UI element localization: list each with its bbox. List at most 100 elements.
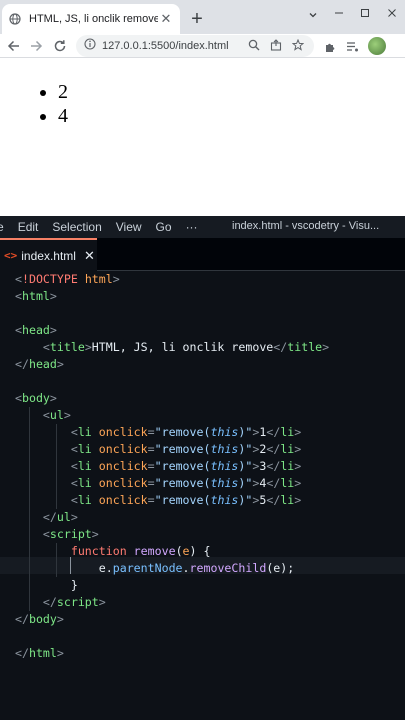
code-token: </: [273, 340, 288, 354]
code-token: head: [21, 323, 50, 337]
code-line[interactable]: </body>: [15, 611, 64, 628]
code-token: (e);: [266, 561, 295, 575]
code-token: <: [15, 289, 22, 303]
code-token: >: [70, 510, 78, 524]
code-token: </: [266, 476, 281, 490]
code-line[interactable]: <li onclick="remove(this)">3</li>: [15, 458, 301, 475]
code-line[interactable]: e.parentNode.removeChild(e);: [15, 560, 294, 577]
reload-icon[interactable]: [50, 36, 70, 56]
code-token: onclick: [98, 442, 148, 456]
zoom-icon[interactable]: [246, 37, 262, 53]
url-text: 127.0.0.1:5500/index.html: [102, 40, 229, 52]
code-token: body: [21, 391, 50, 405]
code-line[interactable]: <ul>: [15, 407, 71, 424]
tab-title: HTML, JS, li onclik remove: [29, 13, 158, 25]
extensions-icon[interactable]: [320, 36, 340, 56]
code-token: <: [70, 425, 78, 439]
code-line[interactable]: </html>: [15, 645, 64, 662]
code-token: li: [280, 476, 295, 490]
code-token: html: [84, 272, 113, 286]
code-token: title: [49, 340, 85, 354]
menu-go[interactable]: Go: [156, 220, 172, 234]
menu-file-partial[interactable]: e: [0, 220, 4, 234]
code-token: >: [84, 340, 92, 354]
code-token: this: [210, 493, 239, 507]
reading-list-icon[interactable]: [342, 36, 362, 56]
code-token: parentNode: [112, 561, 183, 575]
list-item[interactable]: 4: [58, 104, 68, 128]
code-line[interactable]: <li onclick="remove(this)">2</li>: [15, 441, 301, 458]
code-line[interactable]: </head>: [15, 356, 64, 373]
menu-more[interactable]: ···: [186, 220, 198, 234]
code-token: HTML, JS, li onclik remove: [91, 340, 274, 354]
code-line[interactable]: <li onclick="remove(this)">1</li>: [15, 424, 301, 441]
code-token: <: [15, 391, 22, 405]
code-token: (: [175, 544, 183, 558]
code-token: <: [42, 340, 50, 354]
menu-view[interactable]: View: [116, 220, 142, 234]
code-token: </: [15, 646, 29, 660]
code-token: </: [15, 357, 29, 371]
code-token: >: [49, 289, 57, 303]
code-token: onclick: [98, 425, 148, 439]
code-line[interactable]: <li onclick="remove(this)">4</li>: [15, 475, 301, 492]
code-token: =: [147, 459, 155, 473]
code-token: >: [98, 595, 106, 609]
chevron-down-icon[interactable]: [300, 2, 326, 28]
code-line[interactable]: <html>: [15, 288, 57, 305]
info-icon[interactable]: [84, 37, 96, 55]
browser-tab[interactable]: HTML, JS, li onclik remove ✕: [2, 4, 180, 34]
code-token: >: [49, 391, 57, 405]
code-line[interactable]: <head>: [15, 322, 57, 339]
back-arrow-icon[interactable]: [4, 36, 24, 56]
code-line[interactable]: <script>: [15, 526, 99, 543]
code-token: html: [21, 289, 50, 303]
code-token: removeChild: [189, 561, 267, 575]
code-token: title: [287, 340, 323, 354]
code-token: )": [238, 425, 253, 439]
code-line[interactable]: <body>: [15, 390, 57, 407]
close-icon[interactable]: ✕: [84, 248, 95, 264]
code-token: .: [182, 561, 190, 575]
window-close-icon[interactable]: [378, 0, 405, 26]
code-token: </: [42, 595, 57, 609]
profile-avatar[interactable]: [368, 37, 386, 55]
code-line[interactable]: <li onclick="remove(this)">5</li>: [15, 492, 301, 509]
share-icon[interactable]: [268, 37, 284, 53]
menu-selection[interactable]: Selection: [52, 220, 101, 234]
code-line[interactable]: <title>HTML, JS, li onclik remove</title…: [15, 339, 329, 356]
minimize-icon[interactable]: [325, 0, 353, 26]
tab-close-icon[interactable]: ✕: [158, 11, 174, 27]
code-token: "remove(: [154, 442, 211, 456]
code-token: li: [77, 442, 92, 456]
code-token: =: [147, 442, 155, 456]
code-line[interactable]: }: [15, 577, 78, 594]
code-line[interactable]: function remove(e) {: [15, 543, 211, 560]
maximize-icon[interactable]: [352, 0, 378, 26]
code-token: this: [210, 425, 239, 439]
code-token: "remove(: [154, 476, 211, 490]
list-item[interactable]: 2: [58, 80, 68, 104]
code-editor[interactable]: <!DOCTYPE html> <html> <head> <title>HTML,…: [0, 271, 405, 720]
code-token: </: [42, 510, 57, 524]
code-token: =: [147, 476, 155, 490]
code-line[interactable]: </script>: [15, 594, 106, 611]
tab-index-html[interactable]: <> index.html ✕: [0, 238, 97, 271]
code-token: li: [280, 493, 295, 507]
code-line[interactable]: </ul>: [15, 509, 78, 526]
bookmark-star-icon[interactable]: [290, 37, 306, 53]
menu-edit[interactable]: Edit: [18, 220, 39, 234]
code-token: onclick: [98, 459, 148, 473]
forward-arrow-icon[interactable]: [26, 36, 46, 56]
code-line[interactable]: <!DOCTYPE html>: [15, 271, 120, 288]
new-tab-button[interactable]: +: [186, 8, 208, 30]
